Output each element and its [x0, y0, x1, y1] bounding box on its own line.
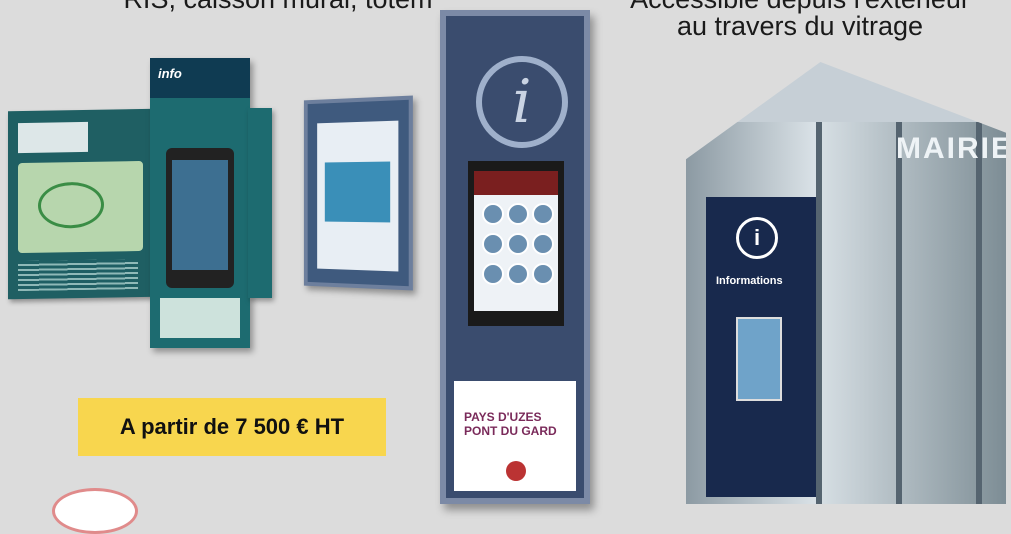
- screen-button-icon: [482, 263, 504, 285]
- map-header: [18, 121, 88, 154]
- totem-screen-content: [474, 171, 558, 311]
- caption-right: Accessible depuis l'extérieur au travers…: [600, 0, 1000, 40]
- kiosk-info-panel: i Informations: [706, 197, 816, 497]
- info-panel-footer: [160, 298, 240, 338]
- kiosk-screen: [736, 317, 782, 401]
- totem-ad-panel: PAYS D'UZES PONT DU GARD: [454, 381, 576, 491]
- info-i-icon: i: [476, 56, 568, 148]
- kiosk-frame: [896, 122, 902, 504]
- wall-box-kiosk: [303, 95, 413, 291]
- screen-button-icon: [532, 233, 554, 255]
- totem-ad-text: PAYS D'UZES PONT DU GARD: [464, 410, 557, 438]
- caption-left: RIS, caisson mural, totem: [118, 0, 438, 13]
- kiosk-frame: [976, 122, 982, 504]
- ris-side-strip: [248, 108, 272, 298]
- info-icon: i: [736, 217, 778, 259]
- map-legend: [18, 259, 138, 292]
- wall-box-screen: [324, 161, 391, 223]
- screen-button-icon: [507, 233, 529, 255]
- totem-kiosk: i PAYS D'UZES PONT DU GARD: [440, 10, 590, 504]
- map-image: [18, 160, 143, 254]
- kiosk-info-label: Informations: [716, 275, 783, 287]
- ad-logo-icon: [506, 461, 526, 481]
- screen-button-icon: [507, 263, 529, 285]
- glass-kiosk-photo: MAIRIE i Informations: [686, 62, 1006, 504]
- screen-button-icon: [532, 203, 554, 225]
- info-panel-screen: [166, 148, 234, 288]
- screen-button-icon: [482, 203, 504, 225]
- wall-box-display: [317, 120, 399, 272]
- ris-info-panel: info: [150, 58, 250, 348]
- speech-bubble-icon: [52, 488, 138, 534]
- screen-button-icon: [507, 203, 529, 225]
- screen-button-icon: [532, 263, 554, 285]
- ris-map-panel: [8, 108, 156, 300]
- kiosk-frame: [816, 122, 822, 504]
- price-badge: A partir de 7 500 € HT: [78, 398, 386, 456]
- caption-right-line2: au travers du vitrage: [676, 11, 924, 41]
- mairie-sign: MAIRIE: [896, 132, 1011, 165]
- screen-button-icon: [482, 233, 504, 255]
- info-logo: info: [158, 66, 182, 81]
- totem-screen: [468, 161, 564, 326]
